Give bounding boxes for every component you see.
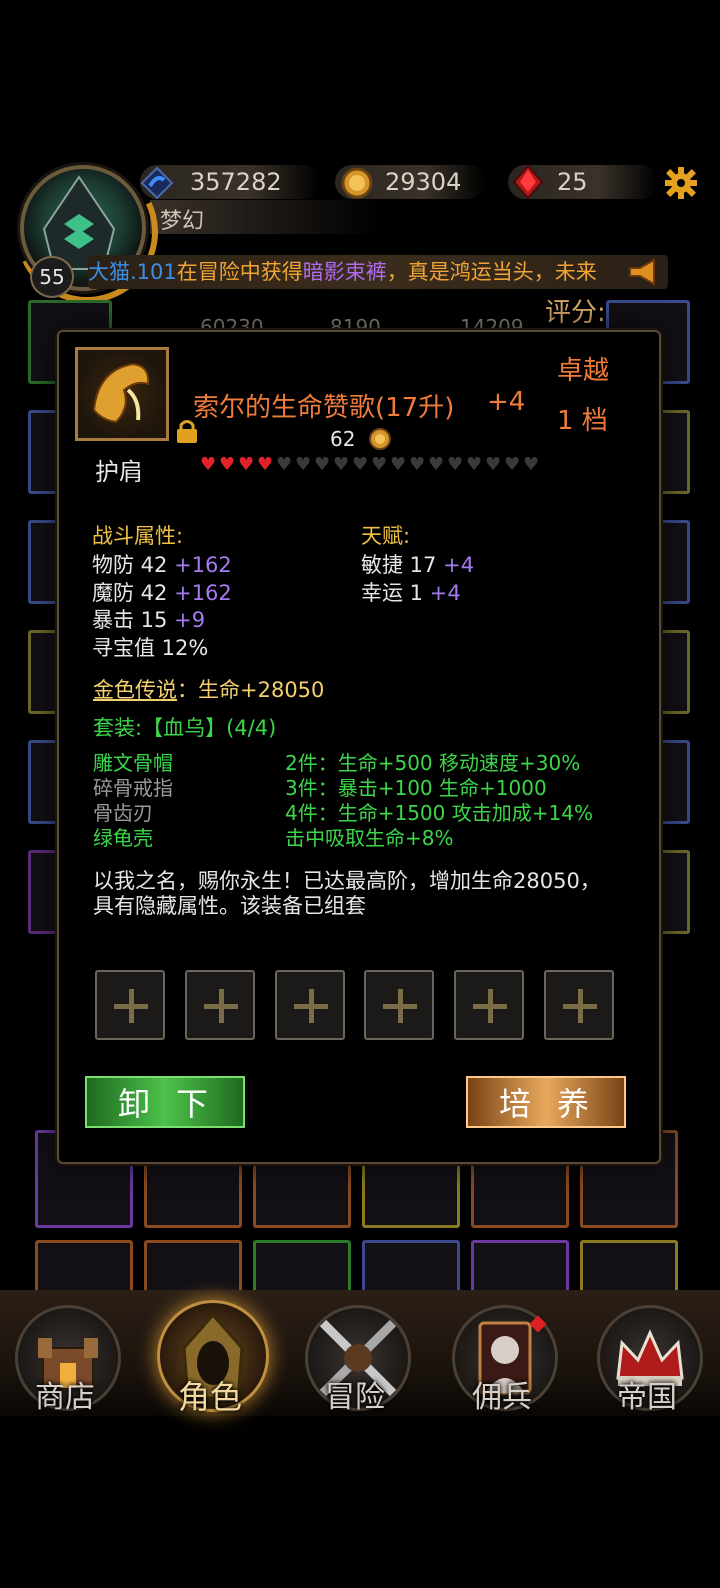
- megaphone-icon: [629, 258, 655, 286]
- marquee-player[interactable]: 大猫.101: [88, 260, 177, 284]
- gem-socket-4[interactable]: [364, 970, 434, 1040]
- heart-empty-icon: ♥: [485, 454, 502, 475]
- item-tier: 1 档: [557, 406, 608, 436]
- stat-bonus: +4: [429, 581, 461, 605]
- gem-socket-1[interactable]: [95, 970, 165, 1040]
- item-name: 索尔的生命赞歌(17升): [193, 393, 455, 423]
- stat-bonus: +4: [443, 553, 475, 577]
- coin-icon: [341, 167, 373, 199]
- gem-socket-6[interactable]: [544, 970, 614, 1040]
- item-slot: 护肩: [95, 458, 143, 486]
- gem-socket-2[interactable]: [185, 970, 255, 1040]
- talent-title: 天赋:: [361, 524, 411, 548]
- heart-empty-icon: ♥: [352, 454, 369, 475]
- stat-bonus: +162: [174, 581, 232, 605]
- item-price: 62: [330, 427, 356, 451]
- set-item-4: 绿龟壳: [93, 826, 153, 850]
- heart-filled-icon: ♥: [238, 454, 255, 475]
- coin-icon: [369, 428, 391, 450]
- stat-name: 魔防 42: [92, 581, 168, 605]
- nav-adventure-label[interactable]: 冒险: [295, 1372, 415, 1416]
- gems-count: 357282: [190, 168, 282, 196]
- heart-filled-icon: ♥: [257, 454, 274, 475]
- nav-mercenary-label[interactable]: 佣兵: [442, 1372, 562, 1416]
- marquee-text1: 在冒险中获得: [176, 260, 303, 284]
- combat-title: 战斗属性:: [92, 524, 184, 548]
- heart-empty-icon: ♥: [504, 454, 521, 475]
- item-description-2: 具有隐藏属性。该装备已组套: [93, 894, 366, 918]
- stat-bonus: +162: [174, 553, 232, 577]
- nav-shop-label[interactable]: 商店: [5, 1372, 125, 1416]
- heart-empty-icon: ♥: [314, 454, 331, 475]
- train-button[interactable]: 培养: [466, 1076, 626, 1128]
- heart-empty-icon: ♥: [333, 454, 350, 475]
- item-icon-frame: [75, 347, 169, 441]
- talent-stat-1: 敏捷 17 +4: [361, 549, 474, 579]
- ruby-icon: [512, 164, 544, 200]
- coins-count: 29304: [385, 168, 462, 196]
- gem-socket-5[interactable]: [454, 970, 524, 1040]
- combat-stat-1: 物防 42 +162: [92, 549, 232, 579]
- gem-socket-3[interactable]: [275, 970, 345, 1040]
- talent-stat-2: 幸运 1 +4: [361, 577, 461, 607]
- heart-empty-icon: ♥: [466, 454, 483, 475]
- heart-empty-icon: ♥: [295, 454, 312, 475]
- combat-stat-4: 寻宝值 12%: [92, 632, 208, 662]
- nav-empire-label[interactable]: 帝国: [587, 1372, 707, 1416]
- heart-empty-icon: ♥: [390, 454, 407, 475]
- legendary-value: ：生命+28050: [177, 678, 325, 702]
- set-bonus-4: 击中吸取生命+8%: [285, 826, 454, 850]
- settings-gear-icon[interactable]: [664, 166, 698, 200]
- heart-empty-icon: ♥: [428, 454, 445, 475]
- star-level-hearts: ♥ ♥ ♥ ♥ ♥ ♥ ♥ ♥ ♥ ♥ ♥ ♥ ♥ ♥ ♥ ♥ ♥ ♥: [200, 456, 541, 474]
- rubies-count: 25: [557, 168, 588, 196]
- unequip-button[interactable]: 卸下: [85, 1076, 245, 1128]
- stat-bonus: +9: [174, 608, 206, 632]
- nav-character-label[interactable]: 角色: [150, 1372, 270, 1418]
- player-name: 梦幻: [160, 209, 205, 234]
- set-title: 套装:【血乌】(4/4): [93, 716, 277, 740]
- combat-stat-3: 暴击 15 +9: [92, 604, 205, 634]
- level-badge: 55: [30, 256, 74, 298]
- shoulder-armor-icon: [92, 362, 150, 424]
- item-rarity: 卓越: [557, 356, 610, 386]
- marquee-text2: ，真是鸿运当头，未来: [386, 260, 597, 284]
- combat-stat-2: 魔防 42 +162: [92, 577, 232, 607]
- heart-empty-icon: ♥: [447, 454, 464, 475]
- legendary-line: 金色传说：生命+28050: [93, 674, 324, 704]
- item-enhance-level: +4: [487, 387, 526, 417]
- legendary-label[interactable]: 金色传说: [93, 678, 177, 702]
- heart-filled-icon: ♥: [219, 454, 236, 475]
- heart-empty-icon: ♥: [371, 454, 388, 475]
- stat-name: 敏捷 17: [361, 553, 437, 577]
- stat-name: 幸运 1: [361, 581, 424, 605]
- marquee-item[interactable]: 暗影束裤: [303, 260, 387, 284]
- heart-empty-icon: ♥: [276, 454, 293, 475]
- heart-empty-icon: ♥: [409, 454, 426, 475]
- heart-filled-icon: ♥: [200, 454, 217, 475]
- announcement-marquee: 大猫.101在冒险中获得暗影束裤，真是鸿运当头，未来: [88, 255, 668, 289]
- stat-name: 寻宝值 12%: [92, 636, 209, 660]
- stat-name: 物防 42: [92, 553, 168, 577]
- stat-name: 暴击 15: [92, 608, 168, 632]
- heart-empty-icon: ♥: [523, 454, 540, 475]
